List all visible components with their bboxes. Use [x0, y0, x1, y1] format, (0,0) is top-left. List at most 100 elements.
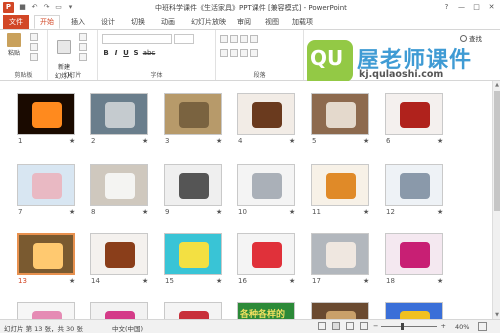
tab-slideshow[interactable]: 幻灯片放映 — [191, 15, 226, 29]
slide-thumbnail[interactable] — [385, 302, 443, 319]
transition-star-icon[interactable]: ★ — [289, 277, 295, 285]
zoom-thumb[interactable] — [401, 322, 405, 330]
transition-star-icon[interactable]: ★ — [142, 137, 148, 145]
scroll-up-icon[interactable]: ▲ — [494, 82, 500, 88]
justify-icon[interactable] — [250, 48, 258, 57]
transition-star-icon[interactable]: ★ — [142, 277, 148, 285]
close-button[interactable]: ✕ — [485, 1, 498, 13]
zoom-in-button[interactable]: + — [440, 322, 445, 330]
transition-star-icon[interactable]: ★ — [363, 137, 369, 145]
customize-qat-icon[interactable]: ▾ — [66, 2, 75, 11]
tab-view[interactable]: 视图 — [265, 15, 279, 29]
transition-star-icon[interactable]: ★ — [69, 277, 75, 285]
tab-review[interactable]: 审阅 — [237, 15, 251, 29]
paste-button[interactable]: 粘贴 — [3, 32, 25, 62]
tab-file[interactable]: 文件 — [3, 15, 29, 29]
slide-thumbnail[interactable] — [237, 233, 295, 275]
slide-thumbnail[interactable] — [17, 93, 75, 135]
italic-button[interactable]: I — [112, 49, 120, 57]
zoom-out-button[interactable]: − — [373, 322, 378, 330]
tab-design[interactable]: 设计 — [101, 15, 115, 29]
transition-star-icon[interactable]: ★ — [216, 277, 222, 285]
reading-view-icon[interactable] — [346, 322, 354, 330]
slide-thumbnail[interactable] — [385, 93, 443, 135]
scroll-down-icon[interactable]: ▼ — [494, 312, 500, 318]
slide-thumbnail[interactable] — [385, 233, 443, 275]
slide-thumbnail[interactable] — [164, 93, 222, 135]
slide-thumbnail[interactable] — [90, 233, 148, 275]
slide-thumbnail[interactable] — [164, 302, 222, 319]
transition-star-icon[interactable]: ★ — [142, 208, 148, 216]
transition-star-icon[interactable]: ★ — [69, 208, 75, 216]
normal-view-icon[interactable] — [318, 322, 326, 330]
zoom-track[interactable] — [381, 322, 438, 330]
align-left-icon[interactable] — [220, 48, 228, 57]
strikethrough-button[interactable]: abc — [142, 49, 156, 57]
slide-thumbnail[interactable] — [90, 164, 148, 206]
new-slide-button[interactable]: 新建 幻灯片 — [53, 32, 75, 80]
slide-thumbnail[interactable] — [17, 233, 75, 275]
font-size-field[interactable] — [174, 34, 194, 44]
zoom-slider[interactable]: − + — [373, 322, 446, 330]
reset-icon[interactable] — [79, 43, 87, 51]
slide-thumbnail[interactable] — [311, 302, 369, 319]
slide-thumbnail[interactable] — [164, 164, 222, 206]
start-slideshow-icon[interactable]: ▭ — [54, 2, 63, 11]
transition-star-icon[interactable]: ★ — [437, 277, 443, 285]
shadow-button[interactable]: S — [132, 49, 140, 57]
layout-icon[interactable] — [79, 33, 87, 41]
scroll-thumb[interactable] — [494, 91, 500, 211]
copy-icon[interactable] — [30, 43, 38, 51]
language-indicator[interactable]: 中文(中国) — [112, 323, 143, 333]
font-name-field[interactable] — [102, 34, 172, 44]
slide-thumbnail[interactable]: 各种各样的 — [237, 302, 295, 319]
transition-star-icon[interactable]: ★ — [216, 208, 222, 216]
redo-icon[interactable]: ↷ — [42, 2, 51, 11]
numbering-icon[interactable] — [230, 34, 238, 43]
transition-star-icon[interactable]: ★ — [289, 137, 295, 145]
help-button[interactable]: ? — [440, 1, 453, 13]
cut-icon[interactable] — [30, 33, 38, 41]
slide-thumbnail[interactable] — [237, 93, 295, 135]
slide-thumbnail[interactable] — [17, 164, 75, 206]
slide-thumbnail[interactable] — [311, 164, 369, 206]
slideshow-view-icon[interactable] — [360, 322, 368, 330]
align-right-icon[interactable] — [240, 48, 248, 57]
decrease-indent-icon[interactable] — [240, 34, 248, 43]
tab-addins[interactable]: 加载项 — [292, 15, 313, 29]
slide-thumbnail[interactable] — [17, 302, 75, 319]
slide-sorter-view-icon[interactable] — [332, 322, 340, 330]
format-painter-icon[interactable] — [30, 53, 38, 61]
undo-icon[interactable]: ↶ — [30, 2, 39, 11]
underline-button[interactable]: U — [122, 49, 130, 57]
slide-thumbnail[interactable] — [90, 302, 148, 319]
section-icon[interactable] — [79, 53, 87, 61]
tab-home[interactable]: 开始 — [34, 15, 60, 29]
transition-star-icon[interactable]: ★ — [363, 208, 369, 216]
slide-thumbnail[interactable] — [164, 233, 222, 275]
slide-thumbnail[interactable] — [237, 164, 295, 206]
zoom-percent[interactable]: 40% — [455, 323, 469, 331]
transition-star-icon[interactable]: ★ — [289, 208, 295, 216]
maximize-button[interactable]: □ — [470, 1, 483, 13]
increase-indent-icon[interactable] — [250, 34, 258, 43]
tab-transitions[interactable]: 切换 — [131, 15, 145, 29]
slide-thumbnail[interactable] — [385, 164, 443, 206]
tab-insert[interactable]: 插入 — [71, 15, 85, 29]
fit-to-window-icon[interactable] — [478, 322, 487, 331]
tab-animations[interactable]: 动画 — [161, 15, 175, 29]
transition-star-icon[interactable]: ★ — [216, 137, 222, 145]
bold-button[interactable]: B — [102, 49, 110, 57]
transition-star-icon[interactable]: ★ — [69, 137, 75, 145]
slide-thumbnail[interactable] — [311, 233, 369, 275]
align-center-icon[interactable] — [230, 48, 238, 57]
transition-star-icon[interactable]: ★ — [437, 137, 443, 145]
slide-thumbnail[interactable] — [311, 93, 369, 135]
minimize-button[interactable]: — — [455, 1, 468, 13]
slide-thumbnail[interactable] — [90, 93, 148, 135]
bullets-icon[interactable] — [220, 34, 228, 43]
transition-star-icon[interactable]: ★ — [437, 208, 443, 216]
transition-star-icon[interactable]: ★ — [363, 277, 369, 285]
save-icon[interactable]: ■ — [18, 2, 27, 11]
vertical-scrollbar[interactable]: ▲ ▼ — [492, 81, 500, 319]
